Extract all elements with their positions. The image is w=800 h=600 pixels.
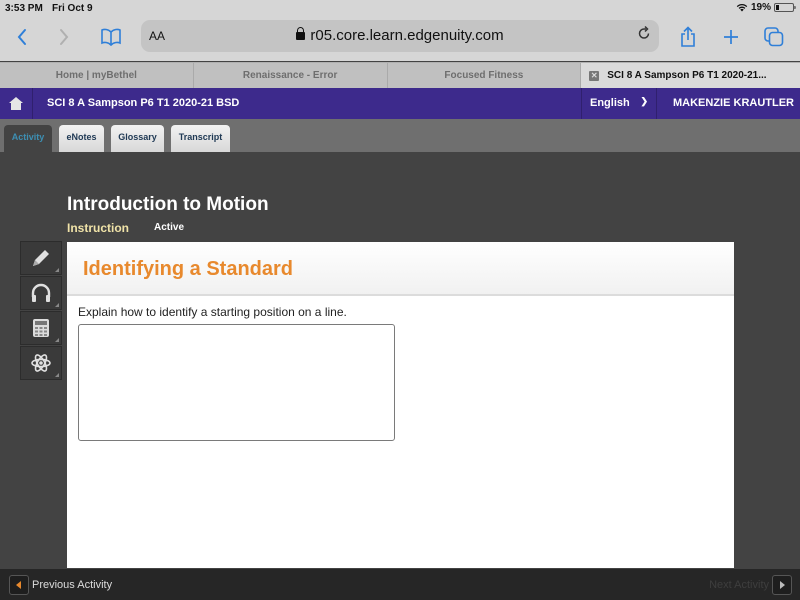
language-select[interactable]: English ❯ [581,88,657,119]
share-icon [681,26,695,47]
activity-heading: Identifying a Standard [83,258,294,280]
home-icon [9,97,23,110]
pencil-tool-button[interactable] [20,241,62,275]
bookmarks-icon [101,28,121,46]
status-right: 19% [736,2,796,13]
lesson-title: Introduction to Motion [67,194,269,215]
language-label: English [590,97,630,109]
activity-header: Identifying a Standard [67,242,734,296]
back-button[interactable] [7,24,37,50]
tab-label: SCI 8 A Sampson P6 T1 2020-21... [607,70,767,81]
url-field[interactable]: r05.core.learn.edgenuity.com [141,27,659,44]
course-header: SCI 8 A Sampson P6 T1 2020-21 BSD Englis… [0,88,800,119]
previous-activity-label[interactable]: Previous Activity [32,579,112,591]
new-tab-button[interactable] [716,24,746,50]
browser-tab-active[interactable]: ✕ SCI 8 A Sampson P6 T1 2020-21... [581,63,800,88]
lesson-section: Instruction [67,221,129,235]
user-name[interactable]: MAKENZIE KRAUTLER [673,97,794,109]
forward-icon [60,29,69,45]
tab-label: Home | myBethel [55,70,137,81]
previous-activity-button[interactable] [9,575,29,595]
tabs-overview-button[interactable] [759,24,789,50]
next-activity-button[interactable] [772,575,792,595]
activity-tabs: Activity eNotes Glossary Transcript [0,119,800,152]
answer-textarea[interactable] [78,324,395,441]
status-date: Fri Oct 9 [52,3,93,14]
wifi-icon [736,3,748,12]
url-text: r05.core.learn.edgenuity.com [310,27,504,44]
headphones-icon [31,283,51,302]
tool-sidebar [20,241,62,381]
browser-tabs: Home | myBethel Renaissance - Error Focu… [0,62,800,88]
browser-toolbar: AA r05.core.learn.edgenuity.com [0,18,800,61]
lock-icon [296,27,306,40]
battery-percent: 19% [750,2,771,13]
activity-footer: Previous Activity Next Activity [0,569,800,600]
lesson-status: Active [154,222,185,233]
address-bar[interactable]: AA r05.core.learn.edgenuity.com [141,20,659,52]
science-tool-button[interactable] [20,346,62,380]
tab-label: Focused Fitness [444,70,524,81]
back-icon [17,29,26,45]
new-tab-icon [724,30,738,44]
tabs-icon [764,27,784,47]
atom-icon [31,354,51,372]
reload-button[interactable] [637,25,651,46]
question-prompt: Explain how to identify a starting posit… [78,305,347,319]
tab-transcript[interactable]: Transcript [171,125,230,152]
tab-enotes[interactable]: eNotes [59,125,104,152]
next-activity-label: Next Activity [709,579,769,591]
browser-tab[interactable]: Focused Fitness [388,63,582,88]
activity-panel: Identifying a Standard Explain how to id… [67,242,734,568]
battery-icon [774,3,796,12]
share-button[interactable] [673,24,703,50]
chevron-down-icon: ❯ [640,96,648,106]
forward-button[interactable] [49,24,79,50]
calculator-icon [33,319,49,337]
close-tab-icon[interactable]: ✕ [589,71,600,81]
tab-glossary[interactable]: Glossary [111,125,164,152]
audio-tool-button[interactable] [20,276,62,310]
course-title: SCI 8 A Sampson P6 T1 2020-21 BSD [47,97,240,109]
tab-activity[interactable]: Activity [4,125,52,152]
browser-tab[interactable]: Renaissance - Error [194,63,388,88]
reload-icon [638,25,650,39]
status-bar: 3:53 PM Fri Oct 9 19% [0,0,800,18]
pencil-icon [33,250,49,266]
home-button[interactable] [0,88,33,119]
browser-tab[interactable]: Home | myBethel [0,63,194,88]
tab-label: Renaissance - Error [242,70,338,81]
calculator-tool-button[interactable] [20,311,62,345]
bookmarks-button[interactable] [96,24,126,50]
status-time: 3:53 PM [5,3,43,14]
